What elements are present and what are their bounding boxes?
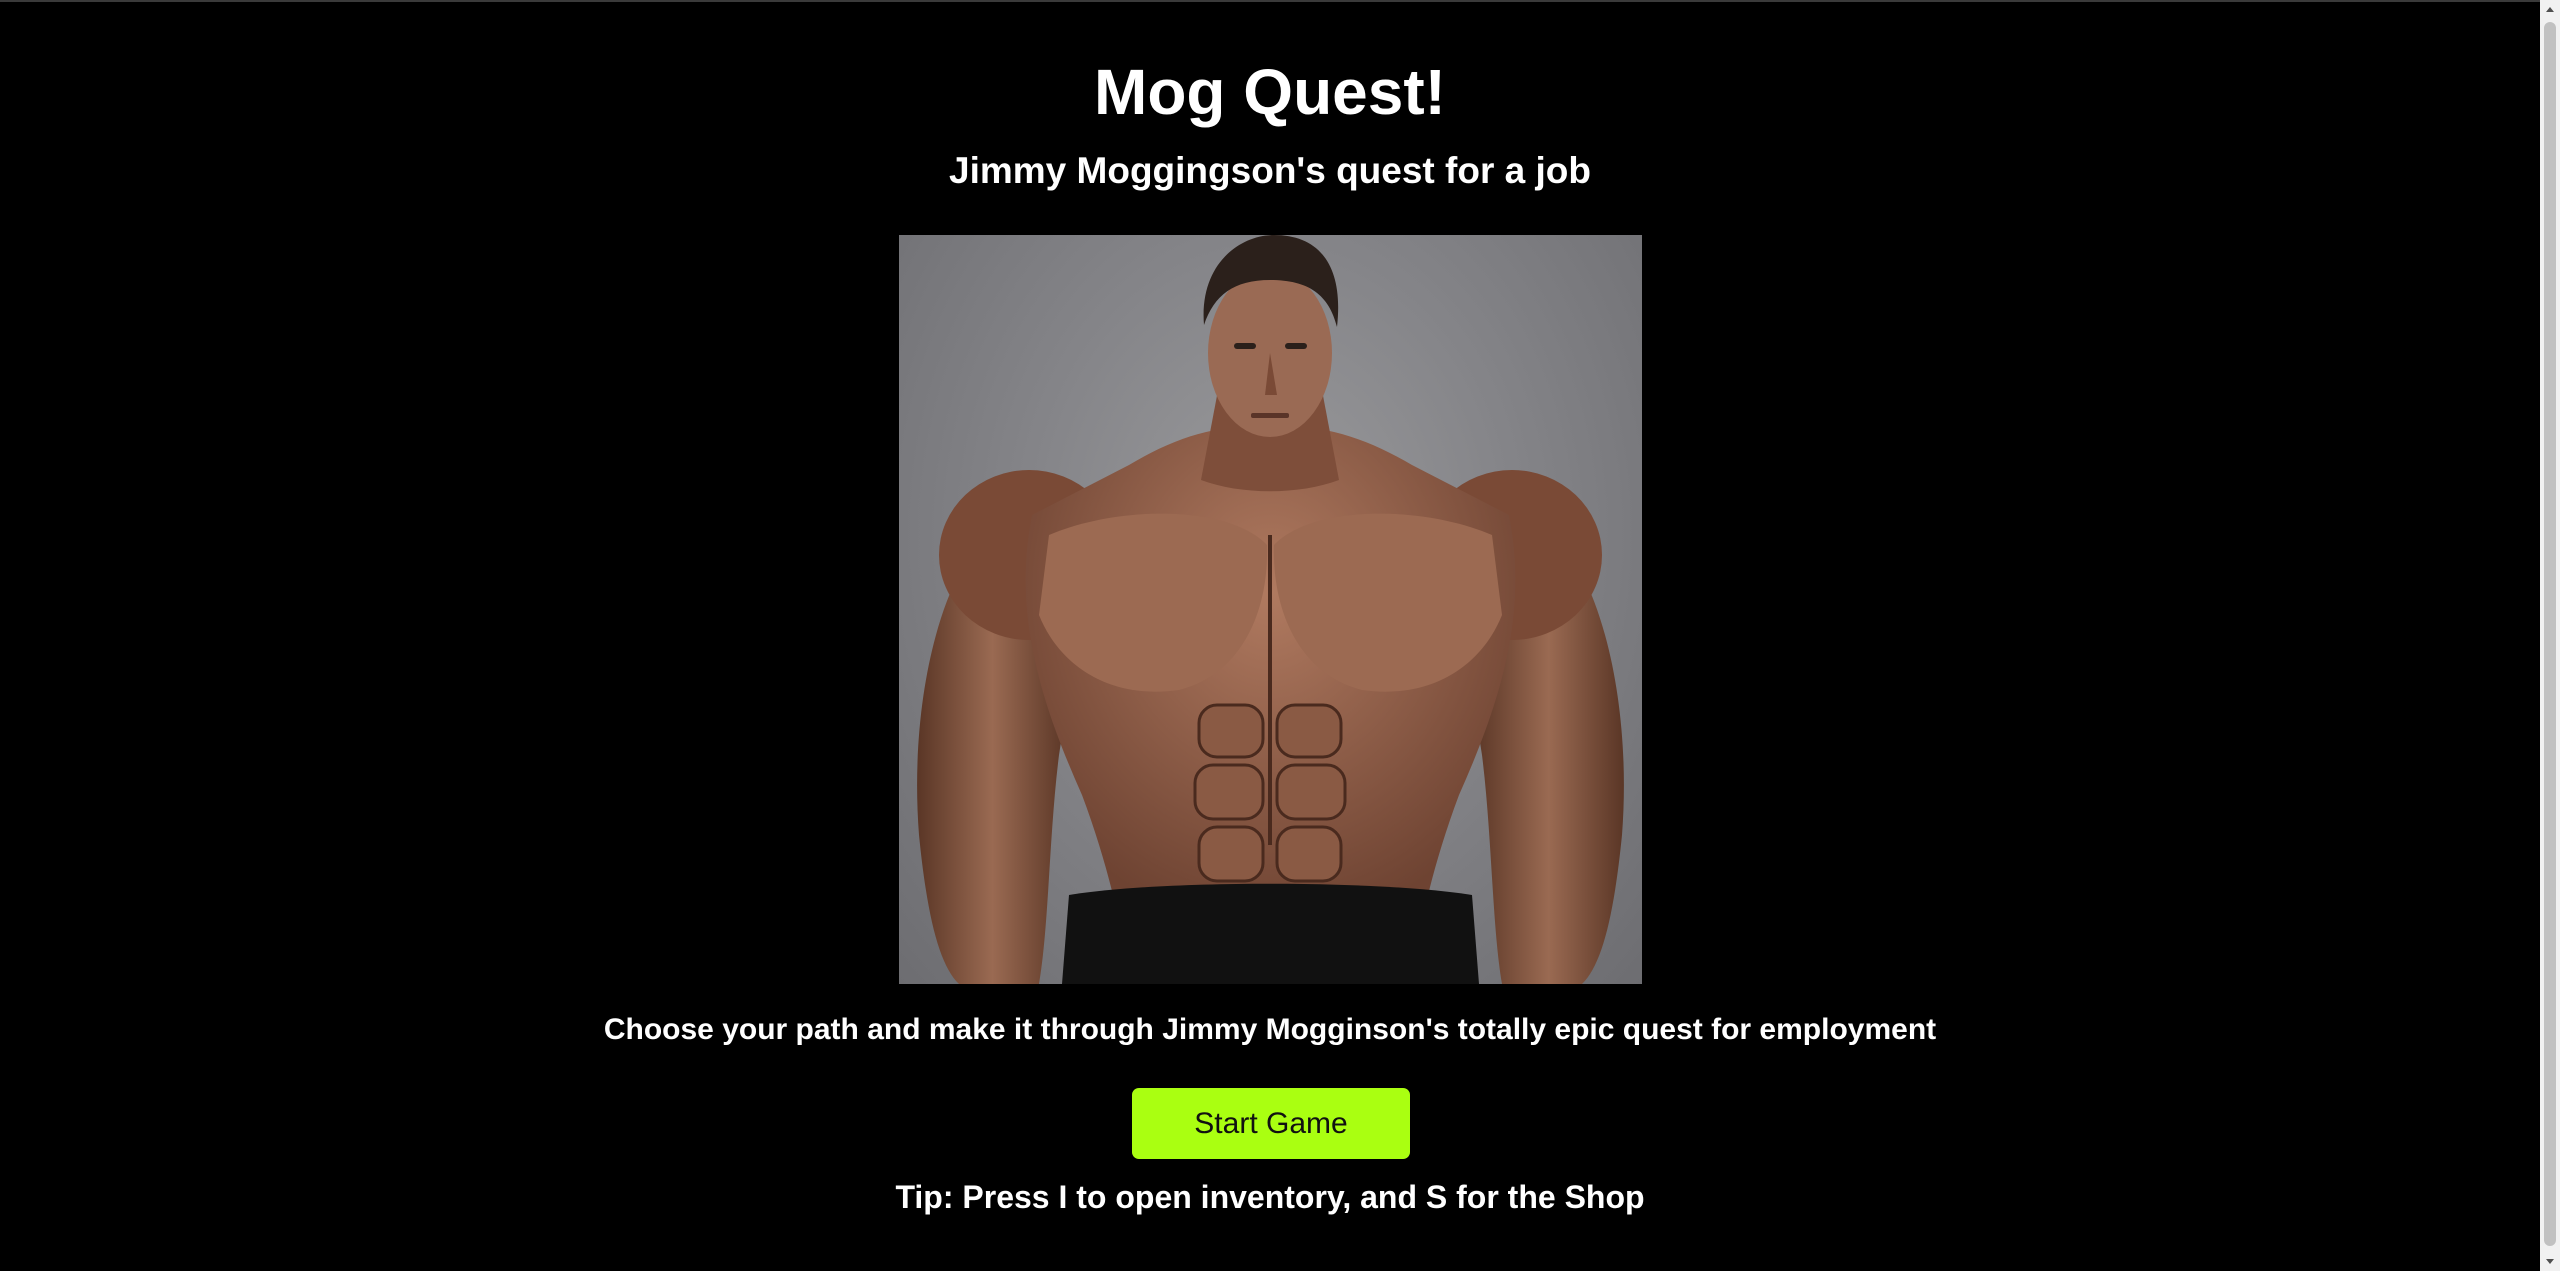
scroll-up-arrow-icon[interactable] xyxy=(2540,0,2560,20)
game-title: Mog Quest! xyxy=(1094,56,1446,128)
game-screen: Mog Quest! Jimmy Moggingson's quest for … xyxy=(0,0,2560,1271)
game-description: Choose your path and make it through Jim… xyxy=(603,1013,1937,1046)
scrollbar-thumb[interactable] xyxy=(2544,22,2556,1246)
title-screen: Mog Quest! Jimmy Moggingson's quest for … xyxy=(0,0,2540,1271)
start-game-button[interactable]: Start Game xyxy=(1132,1088,1410,1159)
vertical-scrollbar[interactable] xyxy=(2540,0,2560,1271)
controls-tip: Tip: Press I to open inventory, and S fo… xyxy=(895,1179,1645,1215)
hero-image xyxy=(899,235,1642,984)
scroll-down-arrow-icon[interactable] xyxy=(2540,1251,2560,1271)
game-subtitle: Jimmy Moggingson's quest for a job xyxy=(949,150,1591,191)
